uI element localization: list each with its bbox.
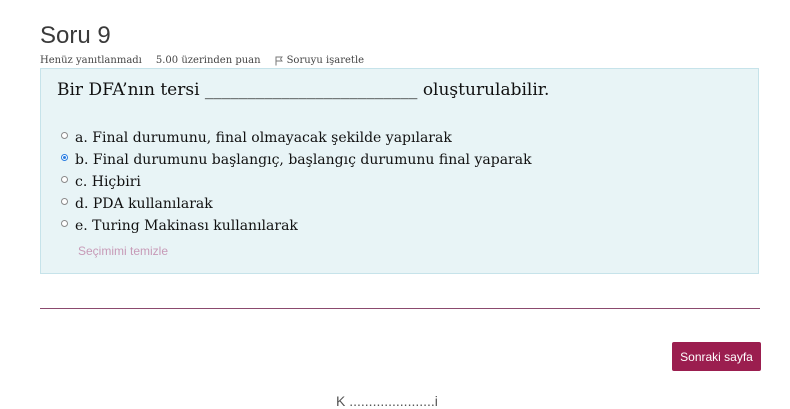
answer-radio-a[interactable] xyxy=(61,131,68,139)
question-content-box: Bir DFA’nın tersi ______________________… xyxy=(40,68,759,274)
clear-choice-link[interactable]: Seçimimi temizle xyxy=(78,244,168,258)
answer-label-d: d. PDA kullanılarak xyxy=(75,196,213,212)
question-grade: 5.00 üzerinden puan xyxy=(155,55,261,66)
answer-option-e[interactable]: e. Turing Makinası kullanılarak xyxy=(61,215,532,237)
answer-option-c[interactable]: c. Hiçbiri xyxy=(61,171,532,193)
answer-label-e: e. Turing Makinası kullanılarak xyxy=(75,218,298,234)
answer-radio-d[interactable] xyxy=(61,197,68,205)
question-text: Bir DFA’nın tersi ______________________… xyxy=(57,80,550,100)
answer-label-b: b. Final durumunu başlangıç, başlangıç d… xyxy=(75,152,532,168)
flag-icon xyxy=(275,56,283,65)
answer-label-a: a. Final durumunu, final olmayacak şekil… xyxy=(75,130,452,146)
flag-question-link[interactable]: Soruyu işaretle xyxy=(275,55,365,66)
answer-radio-c[interactable] xyxy=(61,175,68,183)
flag-question-label: Soruyu işaretle xyxy=(286,55,365,66)
answer-option-d[interactable]: d. PDA kullanılarak xyxy=(61,193,532,215)
answer-list: a. Final durumunu, final olmayacak şekil… xyxy=(61,127,532,237)
answer-radio-b[interactable] xyxy=(61,153,68,161)
answer-label-c: c. Hiçbiri xyxy=(75,174,141,190)
answer-option-b[interactable]: b. Final durumunu başlangıç, başlangıç d… xyxy=(61,149,532,171)
question-state: Henüz yanıtlanmadı xyxy=(40,55,142,66)
next-page-button[interactable]: Sonraki sayfa xyxy=(672,342,761,371)
divider xyxy=(40,308,760,309)
footer-text-cut: K ......................i xyxy=(336,393,438,409)
answer-radio-e[interactable] xyxy=(61,219,68,227)
question-info: Henüz yanıtlanmadı 5.00 üzerinden puan S… xyxy=(40,55,364,66)
answer-option-a[interactable]: a. Final durumunu, final olmayacak şekil… xyxy=(61,127,532,149)
question-title: Soru 9 xyxy=(40,22,111,49)
